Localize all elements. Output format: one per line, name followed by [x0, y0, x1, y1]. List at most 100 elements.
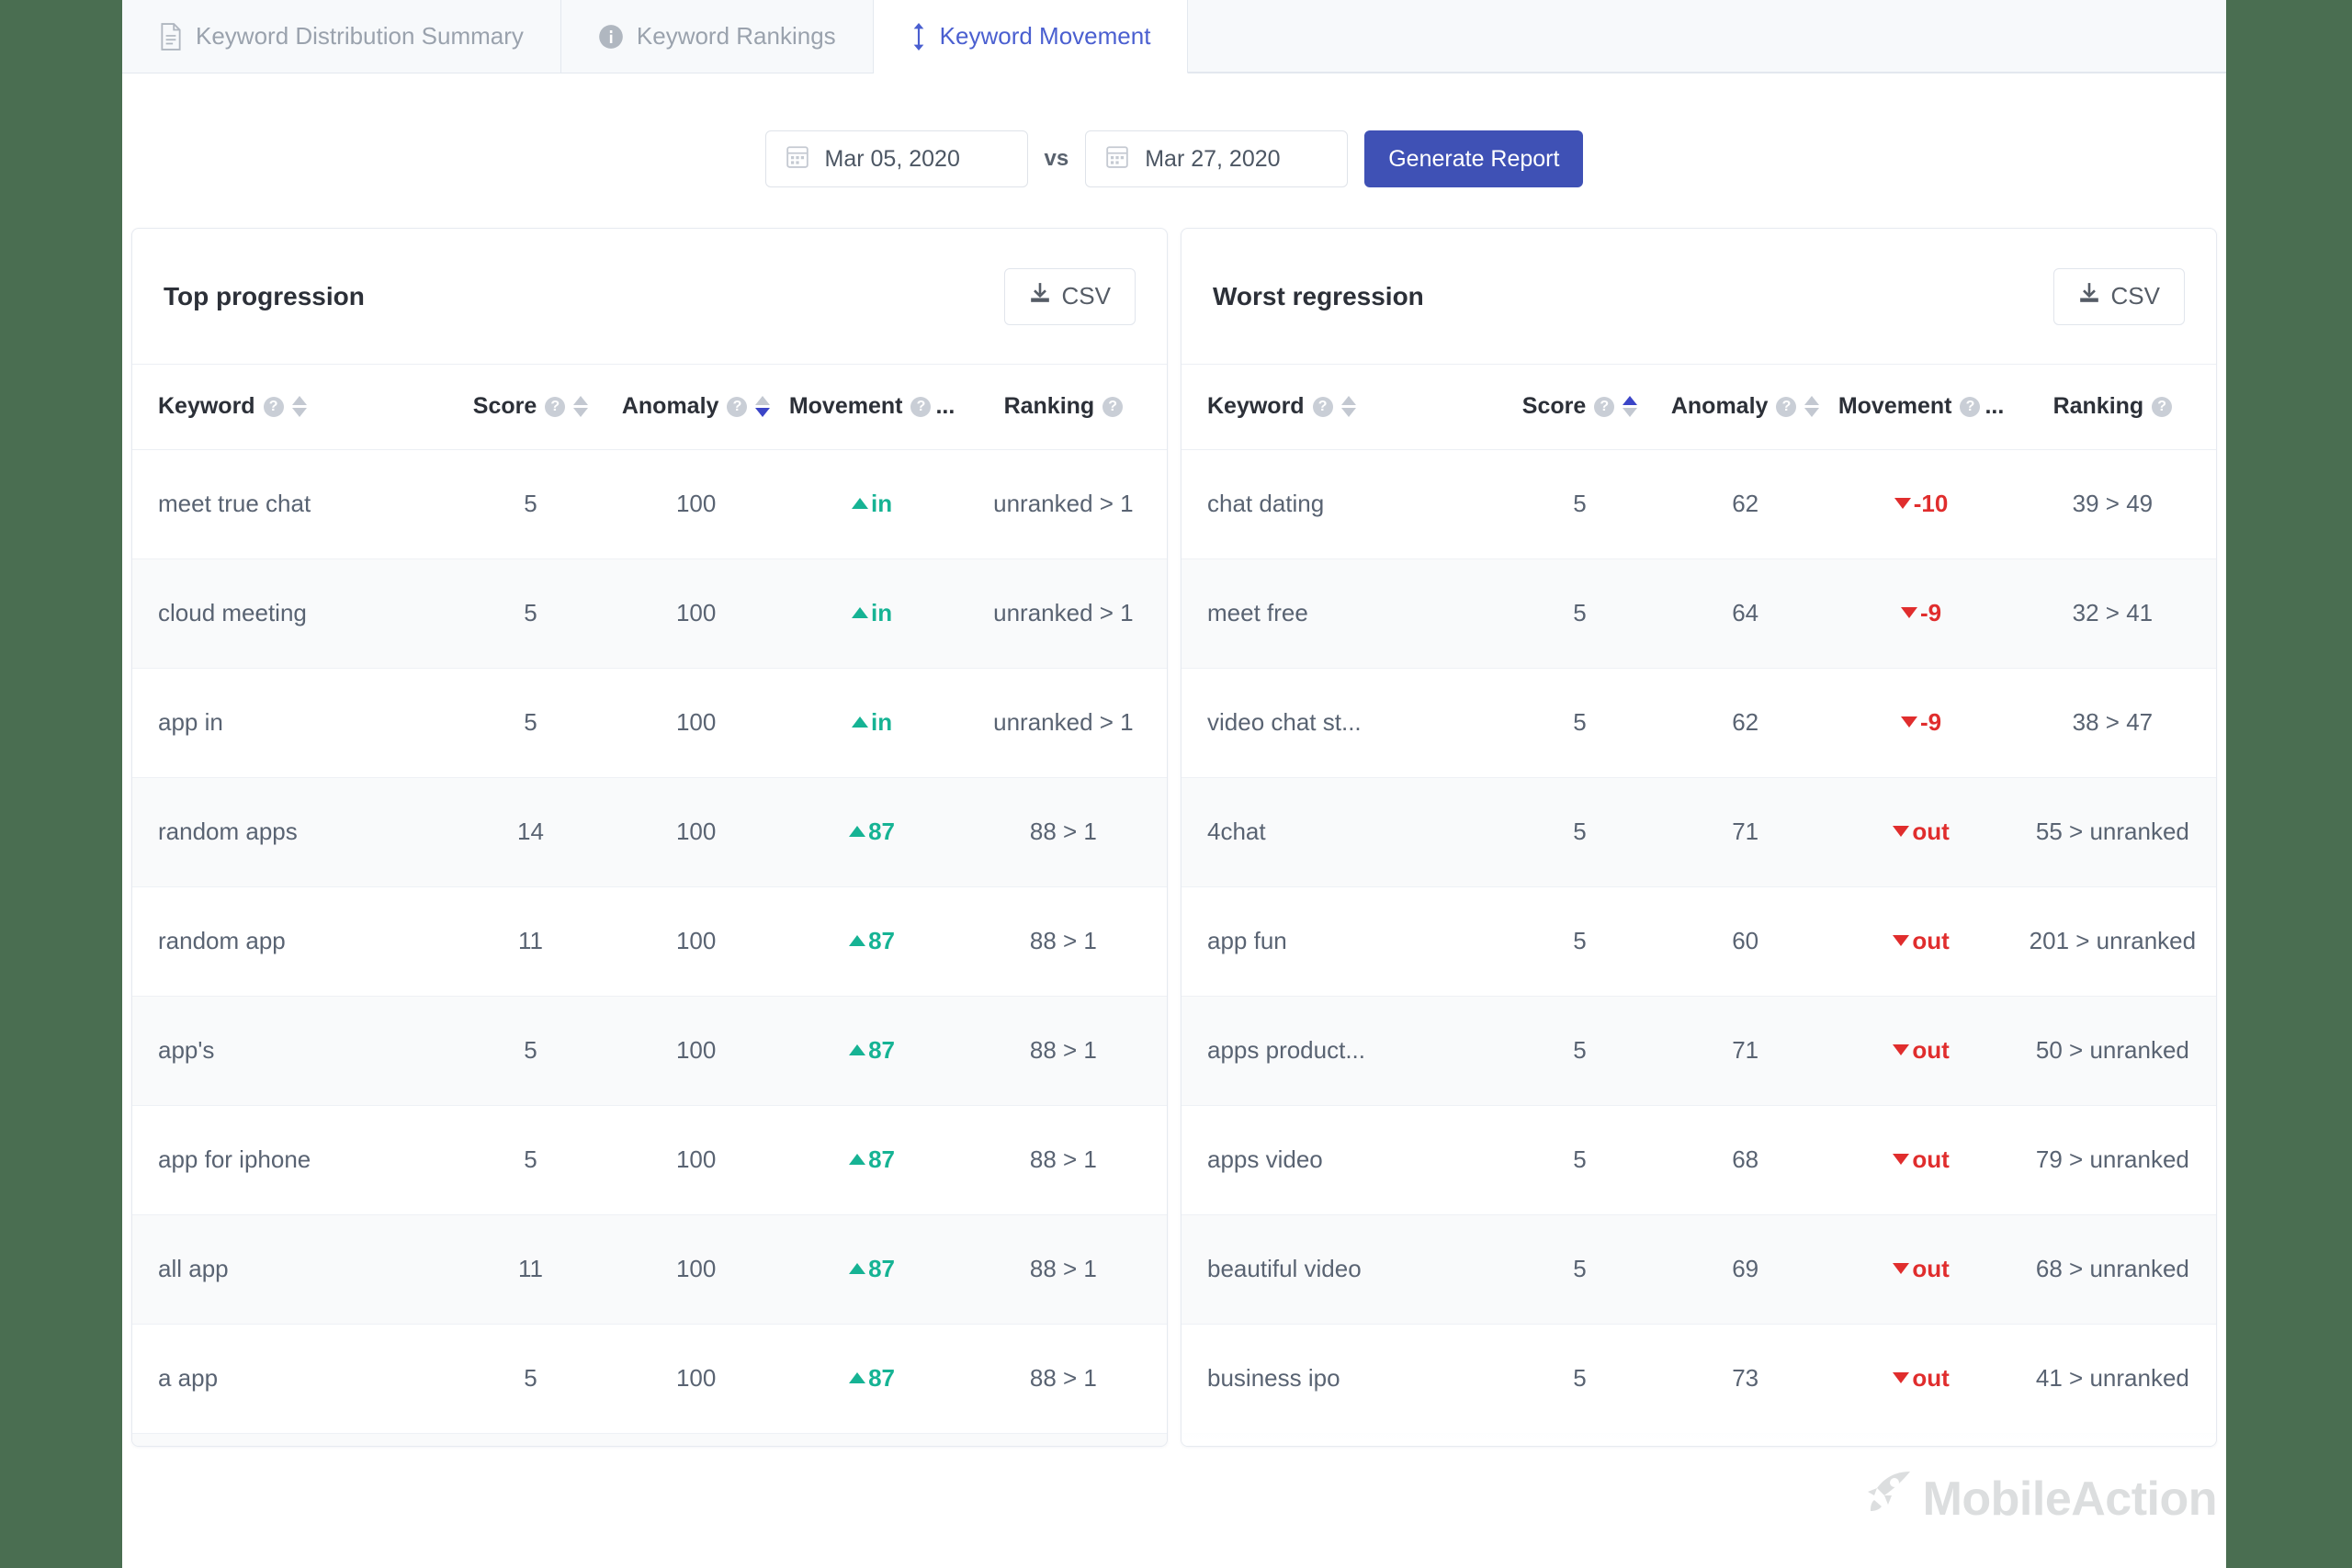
info-circle-icon	[598, 24, 624, 50]
column-header-score[interactable]: Score ?	[1502, 365, 1657, 450]
help-icon[interactable]: ?	[1960, 396, 1981, 417]
column-header-anomaly[interactable]: Anomaly ?	[607, 365, 785, 450]
table-row[interactable]: random app 11 100 87 88 > 1	[132, 886, 1167, 997]
movement-down-indicator: out	[1893, 1036, 1950, 1064]
truncation-ellipsis: ...	[935, 393, 956, 420]
sort-toggle-score[interactable]	[573, 396, 589, 418]
cell-movement: 87	[784, 777, 960, 887]
help-icon[interactable]: ?	[2152, 396, 2173, 417]
cell-ranking: unranked > 1	[959, 449, 1167, 559]
sort-toggle-keyword[interactable]	[291, 396, 307, 418]
table-row[interactable]: meet free 5 64 -9 32 > 41	[1182, 558, 2216, 669]
cell-movement: -9	[1833, 668, 2009, 778]
column-header-movement[interactable]: Movement ? ...	[784, 365, 960, 450]
triangle-up-icon	[849, 1044, 866, 1056]
cell-keyword: app for iphone	[132, 1105, 454, 1215]
cell-movement: out	[1833, 886, 2009, 997]
triangle-up-icon	[852, 716, 868, 728]
top-progression-panel: Top progression CSV Keyword ? Score ? An…	[131, 228, 1168, 1447]
start-date-input[interactable]: Mar 05, 2020	[764, 130, 1028, 187]
cell-anomaly: 100	[607, 996, 785, 1106]
cell-keyword: app in	[132, 668, 454, 778]
triangle-up-icon	[849, 1154, 866, 1166]
tab-keyword-distribution-summary[interactable]: Keyword Distribution Summary	[122, 0, 561, 73]
triangle-down-icon	[1893, 1263, 1910, 1275]
column-header-ranking[interactable]: Ranking ?	[959, 365, 1167, 450]
cell-movement: out	[1833, 1214, 2009, 1325]
column-header-movement[interactable]: Movement ? ...	[1833, 365, 2009, 450]
column-label: Keyword	[158, 393, 255, 420]
table-row[interactable]: 4chat 5 71 out 55 > unranked	[1182, 777, 2216, 887]
help-icon[interactable]: ?	[1312, 396, 1333, 417]
rocket-icon	[1862, 1470, 1914, 1528]
sort-toggle-keyword[interactable]	[1340, 396, 1356, 418]
column-header-score[interactable]: Score ?	[453, 365, 608, 450]
table-row[interactable]: chat dating 5 62 -10 39 > 49	[1182, 449, 2216, 559]
table-row[interactable]: cloud meeting 5 100 in unranked > 1	[132, 558, 1167, 669]
cell-score: 5	[1502, 1433, 1657, 1446]
table-row[interactable]: meet true chat 5 100 in unranked > 1	[132, 449, 1167, 559]
table-row[interactable]: app in 5 100 in unranked > 1	[132, 668, 1167, 778]
generate-report-button[interactable]: Generate Report	[1364, 130, 1584, 187]
tab-keyword-movement[interactable]: Keyword Movement	[873, 0, 1189, 73]
cell-anomaly: 64	[1657, 558, 1834, 669]
cell-anomaly: 100	[607, 1105, 785, 1215]
cell-anomaly: 73	[1657, 1324, 1834, 1434]
end-date-input[interactable]: Mar 27, 2020	[1085, 130, 1349, 187]
column-header-keyword[interactable]: Keyword ?	[132, 365, 454, 450]
table-row[interactable]: business ipo 5 73 out 41 > unranked	[1182, 1324, 2216, 1434]
help-icon[interactable]: ?	[263, 396, 284, 417]
sort-toggle-anomaly[interactable]	[1804, 396, 1820, 418]
table-row[interactable]: top ios apps51007172 > 1	[132, 1433, 1167, 1446]
cell-keyword: app's	[132, 996, 454, 1106]
table-row[interactable]: all app 11 100 87 88 > 1	[132, 1214, 1167, 1325]
cell-ranking: 88 > 1	[959, 777, 1167, 887]
cell-movement: 71	[784, 1433, 960, 1446]
cell-anomaly: 62	[1657, 449, 1834, 559]
cell-keyword: a app	[132, 1324, 454, 1434]
table-row[interactable]: beautiful video 5 69 out 68 > unranked	[1182, 1214, 2216, 1325]
table-row[interactable]: apps product... 5 71 out 50 > unranked	[1182, 996, 2216, 1106]
cell-ranking: 72 > 1	[959, 1433, 1167, 1446]
cell-movement: 87	[784, 1105, 960, 1215]
table-row[interactable]: random apps 14 100 87 88 > 1	[132, 777, 1167, 887]
help-icon[interactable]: ?	[1594, 396, 1615, 417]
start-date-value: Mar 05, 2020	[824, 145, 960, 172]
sort-toggle-score[interactable]	[1623, 396, 1638, 418]
table-row[interactable]: chat call569out63 > unranked	[1182, 1433, 2216, 1446]
panel-title: Top progression	[164, 281, 365, 310]
csv-label: CSV	[1061, 282, 1111, 310]
cell-score: 5	[1502, 996, 1657, 1106]
csv-export-button[interactable]: CSV	[2052, 267, 2185, 325]
table-row[interactable]: app for iphone 5 100 87 88 > 1	[132, 1105, 1167, 1215]
cell-ranking: 68 > unranked	[2008, 1214, 2216, 1325]
help-icon[interactable]: ?	[910, 396, 932, 417]
vs-label: vs	[1044, 146, 1069, 171]
cell-anomaly: 100	[607, 886, 785, 997]
help-icon[interactable]: ?	[1776, 396, 1797, 417]
cell-score: 5	[1502, 777, 1657, 887]
tab-label: Keyword Distribution Summary	[196, 22, 524, 50]
column-header-ranking[interactable]: Ranking ?	[2008, 365, 2216, 450]
table-row[interactable]: a app 5 100 87 88 > 1	[132, 1324, 1167, 1434]
help-icon[interactable]: ?	[545, 396, 566, 417]
sort-toggle-anomaly[interactable]	[755, 396, 771, 418]
cell-ranking: 79 > unranked	[2008, 1105, 2216, 1215]
table-row[interactable]: app's 5 100 87 88 > 1	[132, 996, 1167, 1106]
tab-keyword-rankings[interactable]: Keyword Rankings	[560, 0, 874, 73]
table-header-row: Keyword ? Score ? Anomaly ? Movement ? .…	[1182, 365, 2216, 450]
help-icon[interactable]: ?	[727, 396, 748, 417]
triangle-down-icon	[1893, 826, 1910, 838]
table-row[interactable]: video chat st... 5 62 -9 38 > 47	[1182, 668, 2216, 778]
table-row[interactable]: app fun 5 60 out 201 > unranked	[1182, 886, 2216, 997]
app-content-panel: Keyword Distribution Summary Keyword Ran…	[122, 0, 2226, 1568]
help-icon[interactable]: ?	[1102, 396, 1124, 417]
table-row[interactable]: apps video 5 68 out 79 > unranked	[1182, 1105, 2216, 1215]
table-body: meet true chat 5 100 in unranked > 1 cloud me…	[132, 449, 1167, 1446]
cell-ranking: unranked > 1	[959, 668, 1167, 778]
cell-ranking: 88 > 1	[959, 1214, 1167, 1325]
cell-ranking: 55 > unranked	[2008, 777, 2216, 887]
csv-export-button[interactable]: CSV	[1003, 267, 1136, 325]
column-header-anomaly[interactable]: Anomaly ?	[1657, 365, 1834, 450]
column-header-keyword[interactable]: Keyword ?	[1182, 365, 1503, 450]
